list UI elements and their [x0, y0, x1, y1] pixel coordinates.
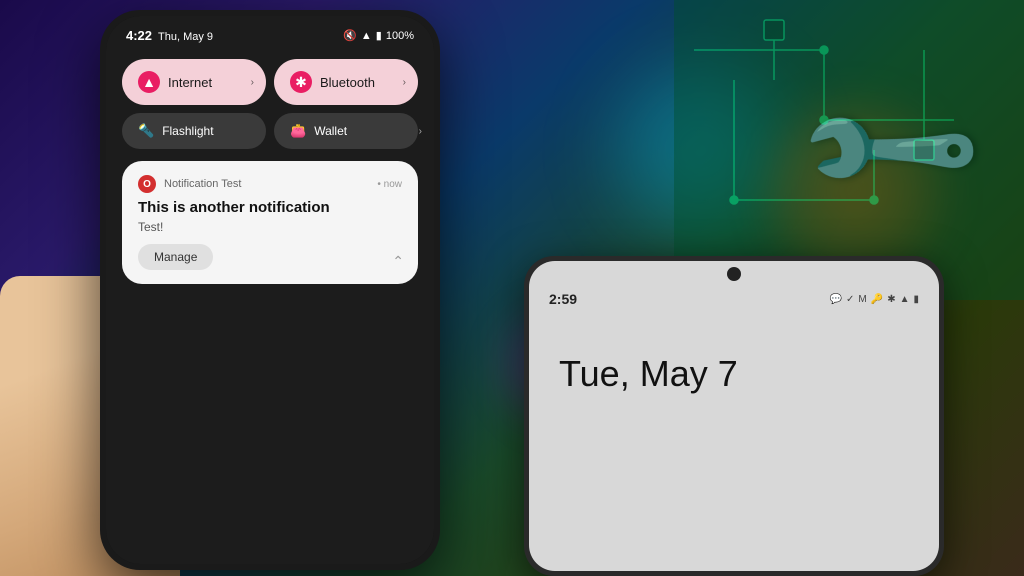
quick-settings-row2: 🔦 Flashlight 👛 Wallet ›: [106, 113, 434, 149]
flashlight-tile-icon: 🔦: [138, 123, 154, 139]
bluetooth-tile-icon: ✱: [290, 71, 312, 93]
phone-main-screen: 4:22 Thu, May 9 🔇 ▲ ▮ 100% ▲ Internet ›: [106, 16, 434, 564]
manage-button[interactable]: Manage: [138, 244, 213, 270]
notification-card: O Notification Test • now This is anothe…: [122, 161, 418, 284]
front-camera: [727, 267, 741, 281]
phone2-time: 2:59: [549, 291, 577, 307]
mute-icon: 🔇: [343, 29, 357, 42]
flashlight-tile[interactable]: 🔦 Flashlight: [122, 113, 266, 149]
wifi-tile-icon: ▲: [138, 71, 160, 93]
wallet-tile[interactable]: 👛 Wallet ›: [274, 113, 418, 149]
lock-screen-date: Tue, May 7: [559, 353, 909, 395]
flashlight-tile-label: Flashlight: [162, 124, 213, 138]
wallet-chevron: ›: [419, 126, 422, 137]
notification-time: • now: [377, 179, 402, 190]
messenger-icon: 💬: [830, 294, 842, 305]
bluetooth-icon: ✱: [887, 294, 895, 305]
wifi-signal-icon: ▲: [361, 30, 372, 42]
circuit-background: [674, 0, 1024, 300]
internet-chevron: ›: [251, 77, 254, 88]
notification-app-name: Notification Test: [164, 178, 369, 190]
bluetooth-tile-label: Bluetooth: [320, 75, 375, 90]
notification-app-icon: O: [138, 175, 156, 193]
status-icons: 🔇 ▲ ▮ 100%: [343, 29, 414, 42]
lock-screen-date-area: Tue, May 7: [529, 313, 939, 415]
notification-title: This is another notification: [138, 199, 402, 216]
phone2-status-bar: 2:59 💬 ✓ M 🔑 ✱ ▲ ▮: [529, 281, 939, 313]
phone-second-screen: 2:59 💬 ✓ M 🔑 ✱ ▲ ▮ Tue, May 7: [529, 261, 939, 571]
internet-tile-label: Internet: [168, 75, 212, 90]
notification-body: Test!: [138, 220, 402, 234]
status-date: Thu, May 9: [158, 31, 213, 43]
wallet-tile-label: Wallet: [314, 124, 347, 138]
wallet-tile-icon: 👛: [290, 123, 306, 139]
wifi-icon: ▲: [900, 294, 910, 305]
quick-settings-panel: ▲ Internet › ✱ Bluetooth ›: [106, 51, 434, 113]
notification-header: O Notification Test • now: [138, 175, 402, 193]
phone-main: 4:22 Thu, May 9 🔇 ▲ ▮ 100% ▲ Internet ›: [100, 10, 440, 570]
status-bar: 4:22 Thu, May 9 🔇 ▲ ▮ 100%: [106, 16, 434, 51]
battery-full-icon: ▮: [376, 29, 382, 42]
bluetooth-chevron: ›: [403, 77, 406, 88]
expand-icon[interactable]: ⌃: [392, 253, 404, 270]
check-circle-icon: ✓: [846, 294, 854, 305]
phone-screen: 4:22 Thu, May 9 🔇 ▲ ▮ 100% ▲ Internet ›: [106, 16, 434, 564]
battery-percent: 100%: [386, 30, 414, 42]
bluetooth-tile[interactable]: ✱ Bluetooth ›: [274, 59, 418, 105]
status-time: 4:22: [126, 28, 152, 43]
gmail-icon: M: [858, 294, 866, 305]
phone2-status-icons: 💬 ✓ M 🔑 ✱ ▲ ▮: [830, 294, 919, 305]
key-icon: 🔑: [871, 294, 883, 305]
battery-icon: ▮: [913, 294, 919, 305]
internet-tile[interactable]: ▲ Internet ›: [122, 59, 266, 105]
phone-second: 2:59 💬 ✓ M 🔑 ✱ ▲ ▮ Tue, May 7: [524, 256, 944, 576]
